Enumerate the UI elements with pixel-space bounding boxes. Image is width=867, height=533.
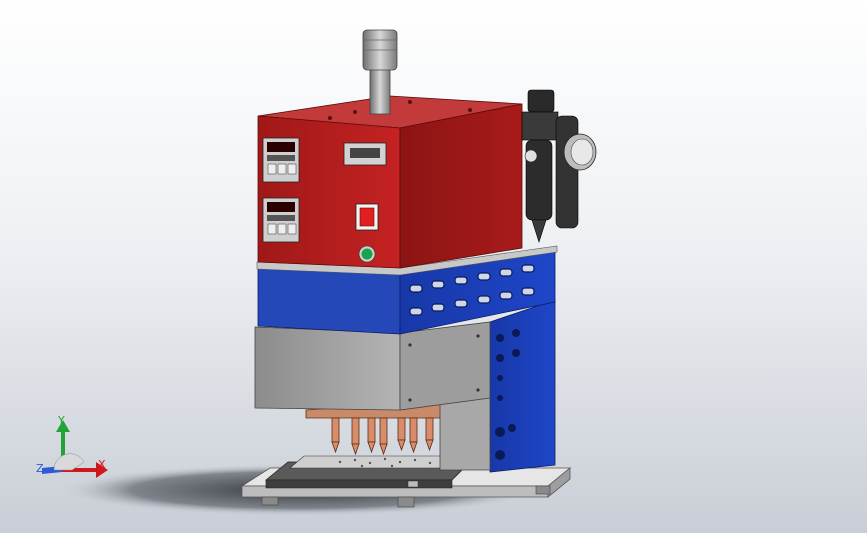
blue-column [489, 299, 556, 473]
indicator-lamp-icon [361, 248, 373, 260]
foot [397, 496, 415, 508]
timer-display [343, 142, 387, 166]
air-regulator-unit [521, 89, 597, 243]
power-switch[interactable] [355, 203, 379, 231]
power-switch-icon [359, 207, 375, 227]
y-axis-label: Y [57, 414, 65, 427]
foot [261, 496, 279, 506]
workpiece-fixture [264, 455, 471, 489]
indicator-lamp [358, 245, 376, 263]
cad-model-viewport[interactable]: X Y Z [0, 0, 867, 533]
z-axis-label: Z [36, 462, 44, 475]
coordinate-triad: X Y Z [36, 414, 108, 478]
controller-display-icon [267, 163, 277, 175]
safety-guard [254, 321, 491, 411]
pressure-gauge-icon [563, 133, 597, 171]
foot [535, 485, 551, 495]
x-axis-label: X [98, 458, 106, 471]
temperature-controller-lower [262, 197, 300, 243]
temperature-controller-upper [262, 137, 300, 183]
